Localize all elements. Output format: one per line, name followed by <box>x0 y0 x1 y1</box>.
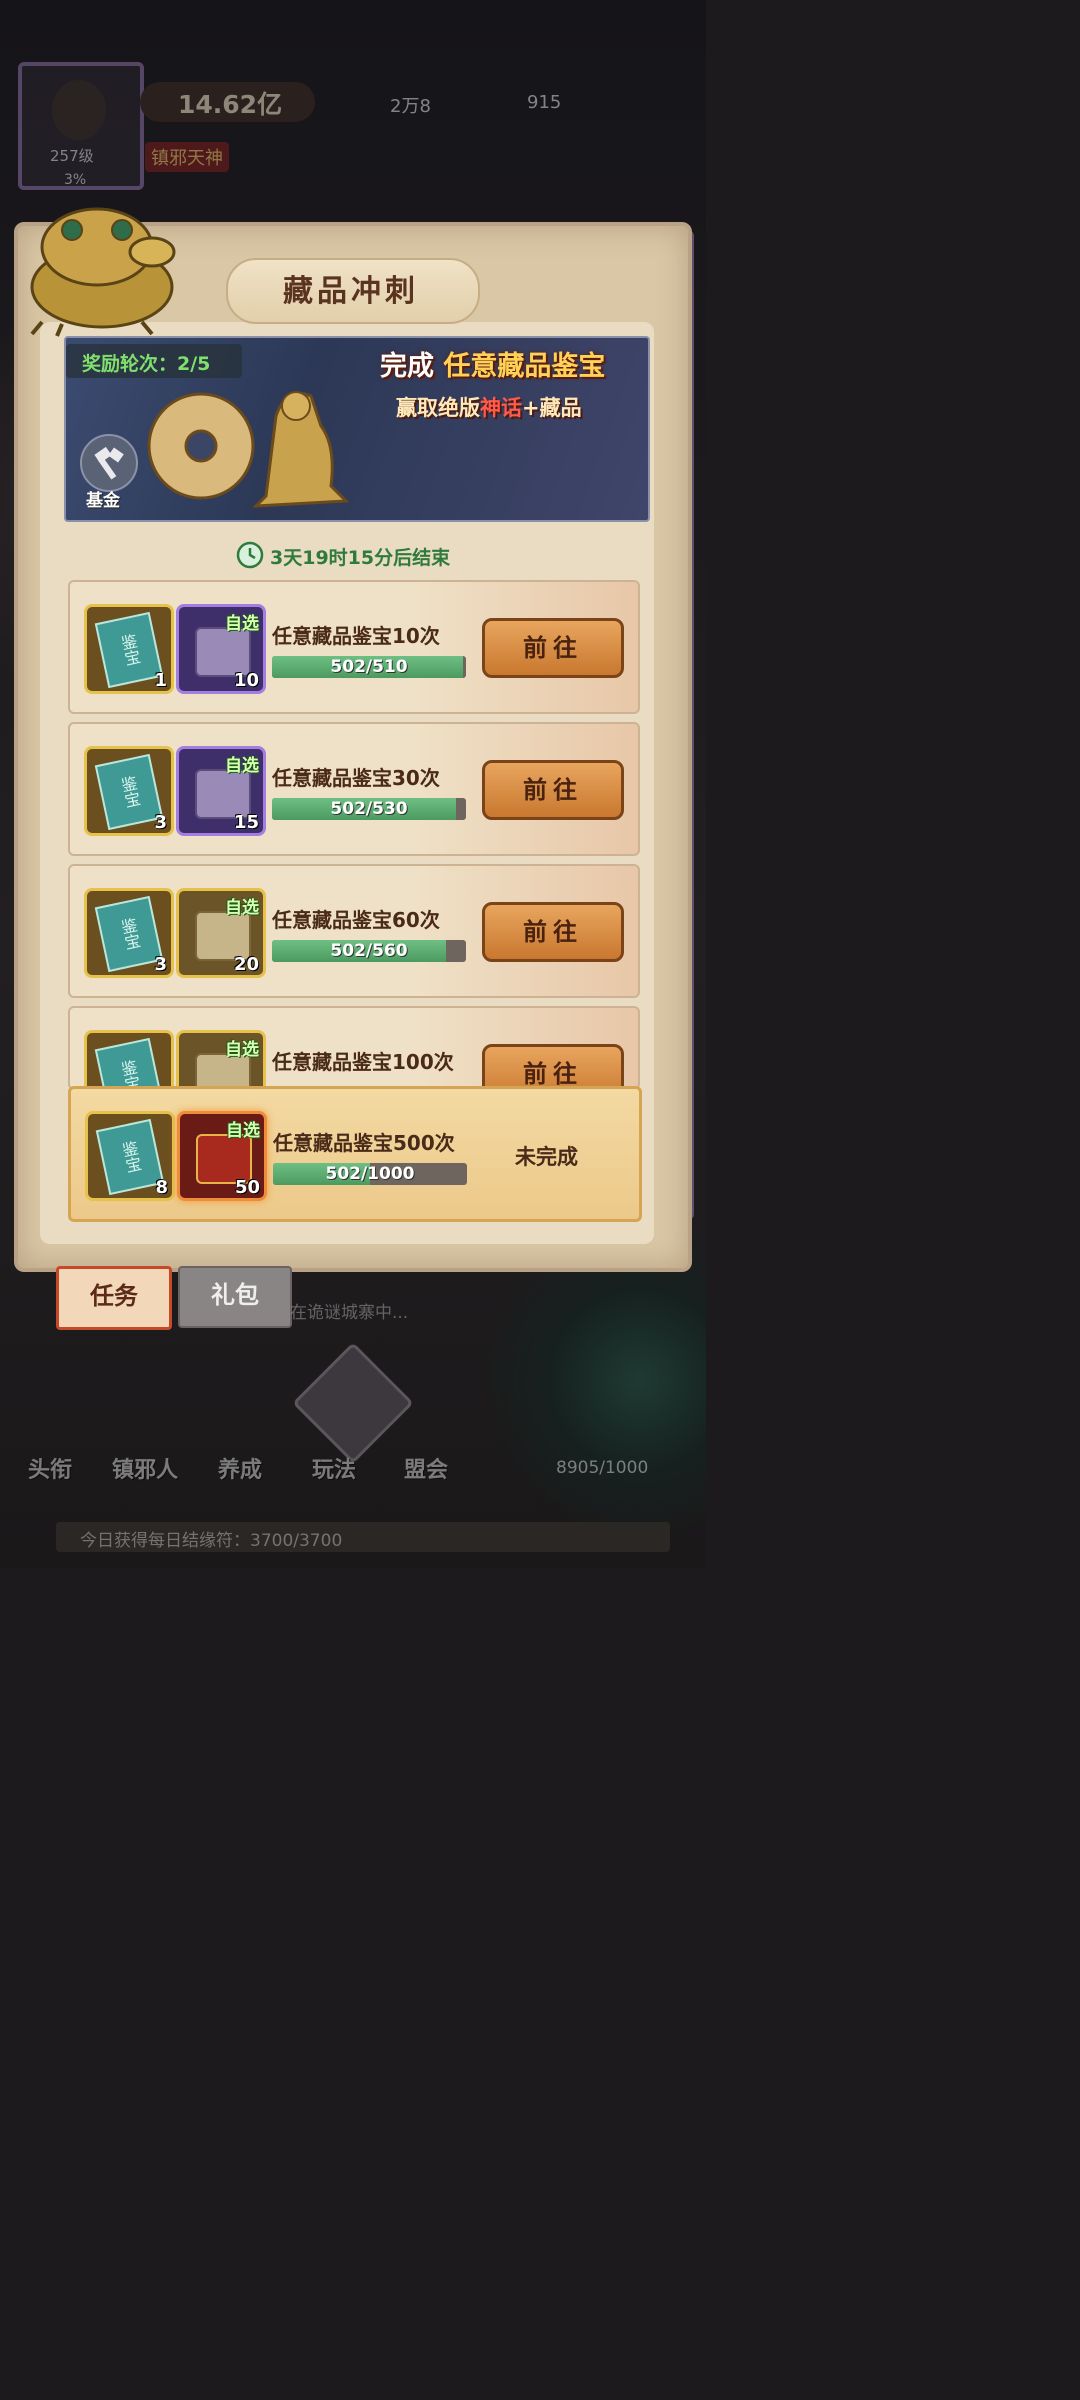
task-row: 鉴宝 1 自选 10 任意藏品鉴宝10次 502/510 前往 <box>68 580 640 714</box>
progress-text: 502/560 <box>330 941 408 961</box>
ticket-reward[interactable]: 鉴宝 8 <box>85 1111 175 1201</box>
combat-power: 14.62亿 <box>178 90 283 119</box>
chest-reward[interactable]: 自选 15 <box>176 746 266 836</box>
task-title: 任意藏品鉴宝500次 <box>273 1131 455 1155</box>
exp-percent: 3% <box>64 172 87 188</box>
go-button[interactable]: 前往 <box>482 760 624 820</box>
task-row: 鉴宝 3 自选 20 任意藏品鉴宝60次 502/560 前往 <box>68 864 640 998</box>
news-ticker: 在诡谜城寨中... <box>290 1303 409 1323</box>
banner-sub-prefix: 赢取绝版 <box>396 396 480 420</box>
progress-bar: 502/1000 <box>273 1163 467 1185</box>
play-button[interactable] <box>292 1342 414 1464</box>
appraisal-ticket-icon: 鉴宝 <box>94 895 164 973</box>
nav-develop[interactable]: 养成 <box>218 1452 262 1484</box>
avatar-portrait <box>52 80 106 140</box>
player-level: 257级 <box>50 147 94 165</box>
ticket-reward[interactable]: 鉴宝 <box>84 1030 174 1088</box>
chest-reward[interactable]: 自选 <box>176 1030 266 1088</box>
daily-charm-text: 今日获得每日结缘符：3700/3700 <box>80 1531 343 1551</box>
task-row-highlighted: 鉴宝 8 自选 50 任意藏品鉴宝500次 502/1000 未完成 <box>68 1086 642 1222</box>
nav-gameplay[interactable]: 玩法 <box>312 1452 356 1484</box>
reward-qty: 10 <box>233 670 259 691</box>
reward-qty: 15 <box>233 812 259 833</box>
chest-reward[interactable]: 自选 10 <box>176 604 266 694</box>
task-title: 任意藏品鉴宝100次 <box>272 1050 454 1074</box>
select-tag: 自选 <box>226 1121 260 1141</box>
nav-exorcist[interactable]: 镇邪人 <box>112 1452 178 1484</box>
reward-qty: 3 <box>154 954 167 975</box>
resource-count-1: 2万8 <box>390 96 431 117</box>
progress-text: 502/530 <box>330 799 408 819</box>
nav-guild[interactable]: 盟会 <box>404 1452 448 1484</box>
ticket-reward[interactable]: 鉴宝 3 <box>84 888 174 978</box>
banner-subline: 赢取绝版神话+藏品 <box>396 392 582 422</box>
progress-bar: 502/530 <box>272 798 466 820</box>
nav-title[interactable]: 头衔 <box>28 1452 72 1484</box>
clock-icon <box>236 541 264 569</box>
event-timer: 3天19时15分后结束 <box>270 547 451 569</box>
banner-headline-prefix: 完成 <box>380 351 434 382</box>
banner-sub-red: 神话 <box>480 396 522 420</box>
task-row: 鉴宝 自选 任意藏品鉴宝100次 前往 <box>68 1006 640 1090</box>
progress-bar: 502/560 <box>272 940 466 962</box>
jade-disc-and-tiger-icon <box>147 391 350 508</box>
task-row: 鉴宝 3 自选 15 任意藏品鉴宝30次 502/530 前往 <box>68 722 640 856</box>
go-button[interactable]: 前往 <box>482 902 624 962</box>
appraisal-ticket-icon: 鉴宝 <box>94 753 164 831</box>
player-avatar[interactable] <box>18 62 144 190</box>
hammer-icon <box>94 446 124 480</box>
task-title: 任意藏品鉴宝10次 <box>272 624 440 648</box>
select-tag: 自选 <box>225 614 259 634</box>
energy-counter: 8905/1000 <box>556 1458 649 1478</box>
reward-qty: 20 <box>233 954 259 975</box>
select-tag: 自选 <box>225 898 259 918</box>
ticket-reward[interactable]: 鉴宝 1 <box>84 604 174 694</box>
ticket-reward[interactable]: 鉴宝 3 <box>84 746 174 836</box>
go-button[interactable]: 前往 <box>482 618 624 678</box>
reward-qty: 1 <box>154 670 167 691</box>
progress-text: 502/1000 <box>325 1164 415 1184</box>
reward-qty: 8 <box>155 1177 168 1198</box>
progress-text: 502/510 <box>330 657 408 677</box>
resource-count-2: 915 <box>527 92 562 113</box>
select-tag: 自选 <box>225 756 259 776</box>
top-bar: 257级 3% 14.62亿 2万8 915 镇邪天神 <box>0 0 706 200</box>
select-tag: 自选 <box>225 1040 259 1060</box>
appraisal-ticket-icon: 鉴宝 <box>94 611 164 689</box>
golden-toad-icon <box>30 207 176 337</box>
bottom-nav-area: 在诡谜城寨中... 头衔 镇邪人 养成 玩法 盟会 8905/1000 今日获得… <box>0 1290 706 1568</box>
reward-qty: 50 <box>234 1177 260 1198</box>
status-incomplete: 未完成 <box>515 1145 578 1169</box>
panel-title: 藏品冲刺 <box>283 274 419 309</box>
reward-qty: 3 <box>154 812 167 833</box>
appraisal-ticket-icon: 鉴宝 <box>94 1037 164 1088</box>
chest-reward[interactable]: 自选 20 <box>176 888 266 978</box>
task-title: 任意藏品鉴宝30次 <box>272 766 440 790</box>
task-title: 任意藏品鉴宝60次 <box>272 908 440 932</box>
fund-label: 基金 <box>86 491 120 511</box>
progress-bar: 502/510 <box>272 656 466 678</box>
banner-sub-suffix: +藏品 <box>522 396 582 420</box>
title-badge: 镇邪天神 <box>145 142 229 172</box>
banner-headline-highlight: 任意藏品鉴宝 <box>443 351 606 382</box>
fund-button[interactable] <box>80 434 138 492</box>
chest-reward[interactable]: 自选 50 <box>177 1111 267 1201</box>
banner-headline: 完成 任意藏品鉴宝 <box>380 344 605 383</box>
reward-round: 奖励轮次：2/5 <box>82 353 211 375</box>
appraisal-ticket-icon: 鉴宝 <box>95 1118 165 1196</box>
go-button[interactable]: 前往 <box>482 1044 624 1088</box>
